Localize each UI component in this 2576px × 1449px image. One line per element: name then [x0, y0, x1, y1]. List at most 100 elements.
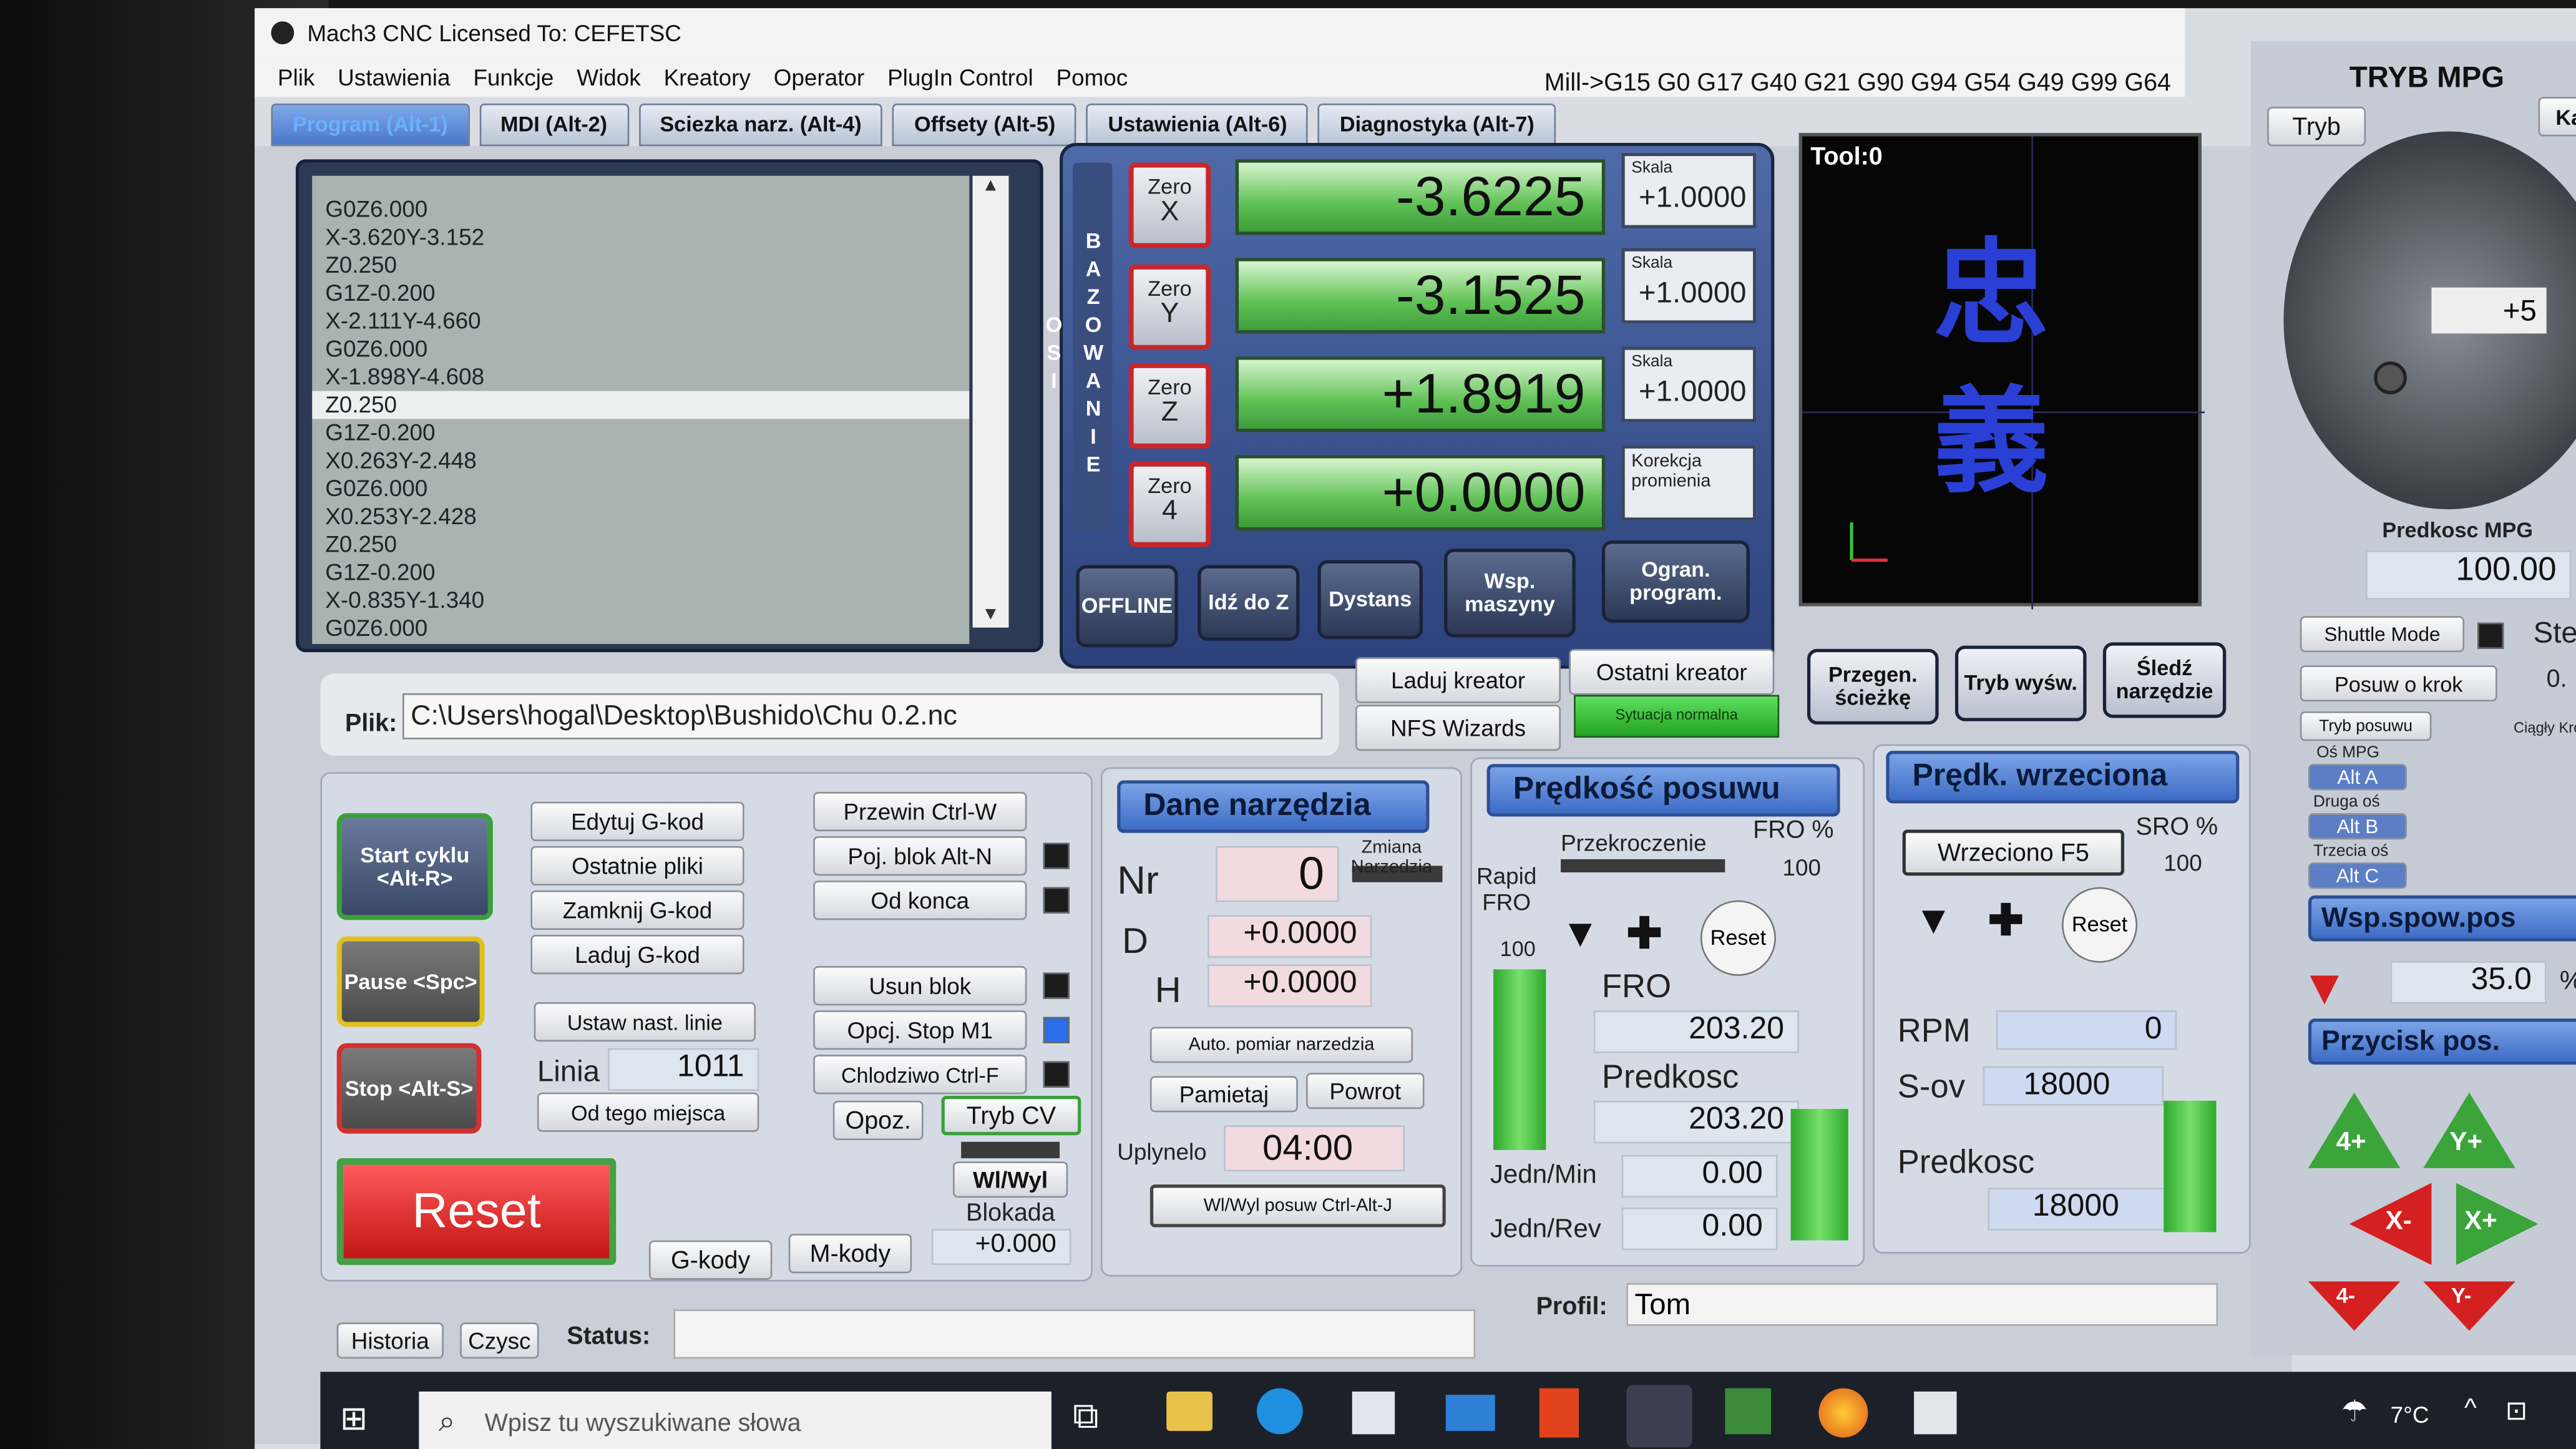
mcodes-button[interactable]: M-kody: [788, 1234, 912, 1274]
tool-diameter[interactable]: +0.0000: [1208, 915, 1372, 958]
tab-diagnostics[interactable]: Diagnostyka (Alt-7): [1318, 103, 1556, 147]
single-block-button[interactable]: Poj. blok Alt-N: [813, 836, 1027, 876]
rewind-button[interactable]: Przewin Ctrl-W: [813, 791, 1027, 832]
calibrate-button[interactable]: Kali: [2538, 97, 2576, 137]
tab-program[interactable]: Program (Alt-1): [271, 103, 469, 147]
menu-operator[interactable]: Operator: [774, 64, 864, 90]
menu-funkcje[interactable]: Funkcje: [473, 64, 554, 90]
distance-button[interactable]: Dystans: [1317, 560, 1423, 640]
spindle-reset-button[interactable]: Reset: [2062, 887, 2138, 963]
jog-speed-value[interactable]: 35.0: [2390, 961, 2547, 1004]
zero-4-button[interactable]: Zero 4: [1128, 461, 1211, 547]
mach3-taskbar-icon[interactable]: [1626, 1385, 1692, 1448]
mail-icon[interactable]: [1445, 1395, 1495, 1432]
office-icon[interactable]: [1539, 1388, 1579, 1438]
menu-plugin-control[interactable]: PlugIn Control: [887, 64, 1033, 90]
scale-z[interactable]: Skala +1.0000: [1621, 346, 1757, 422]
taskbar-search[interactable]: ⌕ Wpisz tu wyszukiwane słowa: [419, 1391, 1051, 1449]
tab-mdi[interactable]: MDI (Alt-2): [479, 103, 629, 147]
network-icon[interactable]: ⊡: [2505, 1395, 2527, 1428]
task-view-icon[interactable]: ⧉: [1073, 1395, 1098, 1437]
file-explorer-icon[interactable]: [1166, 1391, 1212, 1432]
fro-down-icon[interactable]: ▼: [1561, 912, 1600, 958]
offline-button[interactable]: OFFLINE: [1076, 565, 1178, 648]
scroll-down-icon[interactable]: ▼: [973, 605, 1009, 625]
last-wizard-button[interactable]: Ostatni kreator: [1569, 648, 1775, 695]
store-icon[interactable]: [1352, 1391, 1395, 1435]
menu-plik[interactable]: Plik: [278, 64, 315, 90]
dro-4[interactable]: +0.0000: [1235, 455, 1606, 531]
app-icon-green[interactable]: [1725, 1388, 1772, 1435]
alt-b-button[interactable]: Alt B: [2308, 813, 2407, 840]
goto-zero-button[interactable]: Idź do Z: [1198, 565, 1300, 641]
app-icon-note[interactable]: [1914, 1391, 1957, 1435]
tab-settings[interactable]: Ustawienia (Alt-6): [1086, 103, 1309, 147]
spindle-down-icon[interactable]: ▼: [1914, 899, 1953, 945]
mpg-mode-button[interactable]: Tryb: [2267, 107, 2366, 147]
windows-start-icon[interactable]: ⊞: [340, 1398, 376, 1438]
menu-pomoc[interactable]: Pomoc: [1056, 64, 1128, 90]
scale-x[interactable]: Skala +1.0000: [1621, 152, 1757, 228]
history-button[interactable]: Historia: [336, 1322, 444, 1359]
tab-toolpath[interactable]: Sciezka narz. (Alt-4): [638, 103, 883, 147]
run-from-here-button[interactable]: Od tego miejsca: [537, 1092, 759, 1132]
optional-stop-button[interactable]: Opcj. Stop M1: [813, 1010, 1027, 1050]
load-gcode-button[interactable]: Laduj G-kod: [530, 935, 744, 975]
remember-button[interactable]: Pamietaj: [1149, 1076, 1298, 1113]
load-wizard-button[interactable]: Laduj kreator: [1355, 657, 1561, 703]
regen-toolpath-button[interactable]: Przegen. ścieżkę: [1807, 648, 1939, 725]
alt-a-button[interactable]: Alt A: [2308, 764, 2407, 791]
toolpath-view[interactable]: Tool:0 忠 義: [1798, 133, 2205, 610]
display-mode-button[interactable]: Tryb wyśw.: [1954, 645, 2087, 721]
auto-tool-zero-button[interactable]: Auto. pomiar narzedzia: [1149, 1027, 1413, 1063]
reset-button[interactable]: Reset: [336, 1158, 617, 1266]
dro-z[interactable]: +1.8919: [1235, 356, 1606, 432]
tool-height[interactable]: +0.0000: [1208, 964, 1372, 1007]
close-gcode-button[interactable]: Zamknij G-kod: [530, 890, 744, 930]
edit-gcode-button[interactable]: Edytuj G-kod: [530, 801, 744, 841]
jog-step-button[interactable]: Posuw o krok: [2300, 665, 2497, 702]
firefox-icon[interactable]: [1818, 1388, 1868, 1438]
cv-mode-button[interactable]: Tryb CV: [941, 1096, 1081, 1136]
gcode-list[interactable]: G0Z6.000 X-3.620Y-3.152 Z0.250 G1Z-0.200…: [312, 175, 970, 645]
zero-y-button[interactable]: Zero Y: [1128, 264, 1211, 350]
zero-z-button[interactable]: Zero Z: [1128, 363, 1211, 449]
jog-speed-down-icon[interactable]: ▼: [2300, 961, 2349, 1017]
shuttle-mode-button[interactable]: Shuttle Mode: [2300, 616, 2465, 653]
clear-button[interactable]: Czysc: [460, 1322, 539, 1359]
menu-ustawienia[interactable]: Ustawienia: [338, 64, 450, 90]
gcodes-button[interactable]: G-kody: [648, 1240, 773, 1280]
tray-chevron-up-icon[interactable]: ^: [2464, 1395, 2477, 1424]
zero-x-button[interactable]: Zero X: [1128, 162, 1211, 248]
dro-y[interactable]: -3.1525: [1235, 258, 1606, 334]
soft-limits-button[interactable]: Ogran. program.: [1601, 540, 1750, 623]
dro-x[interactable]: -3.6225: [1235, 159, 1606, 235]
gcode-scrollbar[interactable]: ▲ ▼: [972, 175, 1009, 628]
follow-tool-button[interactable]: Śledź narzędzie: [2102, 642, 2227, 718]
from-end-button[interactable]: Od konca: [813, 881, 1027, 920]
menu-kreatory[interactable]: Kreatory: [664, 64, 751, 90]
edge-icon[interactable]: [1257, 1388, 1303, 1435]
menu-widok[interactable]: Widok: [577, 64, 640, 90]
machine-coords-button[interactable]: Wsp. maszyny: [1444, 549, 1576, 638]
nfs-wizards-button[interactable]: NFS Wizards: [1355, 705, 1561, 751]
line-number[interactable]: 1011: [608, 1048, 759, 1091]
coolant-button[interactable]: Chlodziwo Ctrl-F: [813, 1055, 1027, 1095]
fro-up-icon[interactable]: ✚: [1626, 909, 1662, 960]
tool-number[interactable]: 0: [1216, 846, 1339, 902]
recent-files-button[interactable]: Ostatnie pliki: [530, 846, 744, 886]
delete-block-button[interactable]: Usun blok: [813, 966, 1027, 1006]
set-next-line-button[interactable]: Ustaw nast. linie: [534, 1002, 756, 1042]
radius-correction[interactable]: Korekcja promienia: [1621, 445, 1757, 521]
spindle-toggle-button[interactable]: Wrzeciono F5: [1902, 829, 2125, 876]
scroll-up-icon[interactable]: ▲: [973, 176, 1009, 196]
return-button[interactable]: Powrot: [1305, 1073, 1425, 1110]
delay-button[interactable]: Opoz.: [832, 1100, 924, 1141]
tab-offsets[interactable]: Offsety (Alt-5): [892, 103, 1077, 147]
mpg-speed[interactable]: 100.00: [2366, 550, 2572, 600]
alt-c-button[interactable]: Alt C: [2308, 862, 2407, 889]
toggle-button[interactable]: Wl/Wyl: [952, 1161, 1068, 1198]
pause-button[interactable]: Pause <Spc>: [336, 936, 485, 1027]
jog-toggle-button[interactable]: Wl/Wyl posuw Ctrl-Alt-J: [1149, 1184, 1446, 1227]
fro-reset-button[interactable]: Reset: [1700, 900, 1776, 976]
